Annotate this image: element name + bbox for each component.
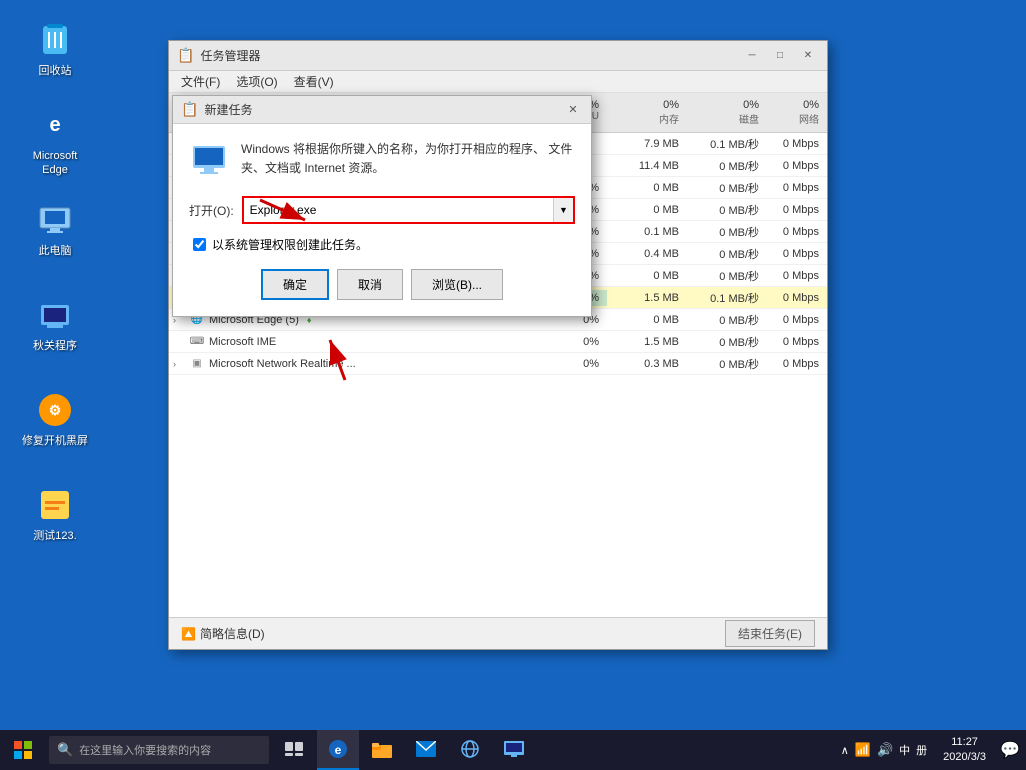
dialog-body: Windows 将根据你所键入的名称，为你打开相应的程序、 文件夹、文档或 In…	[173, 124, 591, 316]
admin-checkbox[interactable]	[193, 238, 206, 251]
open-label: 打开(O):	[189, 202, 234, 219]
cancel-button[interactable]: 取消	[337, 269, 403, 300]
checkbox-row: 以系统管理权限创建此任务。	[189, 236, 575, 253]
dialog-titlebar: 📋 新建任务 ✕	[173, 96, 591, 124]
new-task-dialog: 📋 新建任务 ✕ Windows 将根据你所键入的名称，为你打开相应的程序、 文…	[172, 95, 592, 317]
dialog-overlay: 📋 新建任务 ✕ Windows 将根据你所键入的名称，为你打开相应的程序、 文…	[0, 0, 1026, 770]
checkbox-label[interactable]: 以系统管理权限创建此任务。	[212, 236, 368, 253]
ok-button[interactable]: 确定	[261, 269, 329, 300]
dialog-description: Windows 将根据你所键入的名称，为你打开相应的程序、 文件夹、文档或 In…	[241, 140, 575, 180]
dialog-buttons: 确定 取消 浏览(B)...	[189, 269, 575, 300]
dialog-info: Windows 将根据你所键入的名称，为你打开相应的程序、 文件夹、文档或 In…	[189, 140, 575, 180]
combo-dropdown-button[interactable]: ▼	[553, 198, 573, 222]
dialog-input-row: 打开(O): ▼	[189, 196, 575, 224]
open-input[interactable]	[244, 198, 553, 222]
dialog-title: 新建任务	[204, 101, 557, 118]
dialog-icon: 📋	[181, 101, 198, 118]
dialog-close-button[interactable]: ✕	[563, 101, 583, 119]
dialog-input-wrap: ▼	[242, 196, 575, 224]
dialog-computer-icon	[189, 140, 229, 180]
browse-button[interactable]: 浏览(B)...	[411, 269, 503, 300]
